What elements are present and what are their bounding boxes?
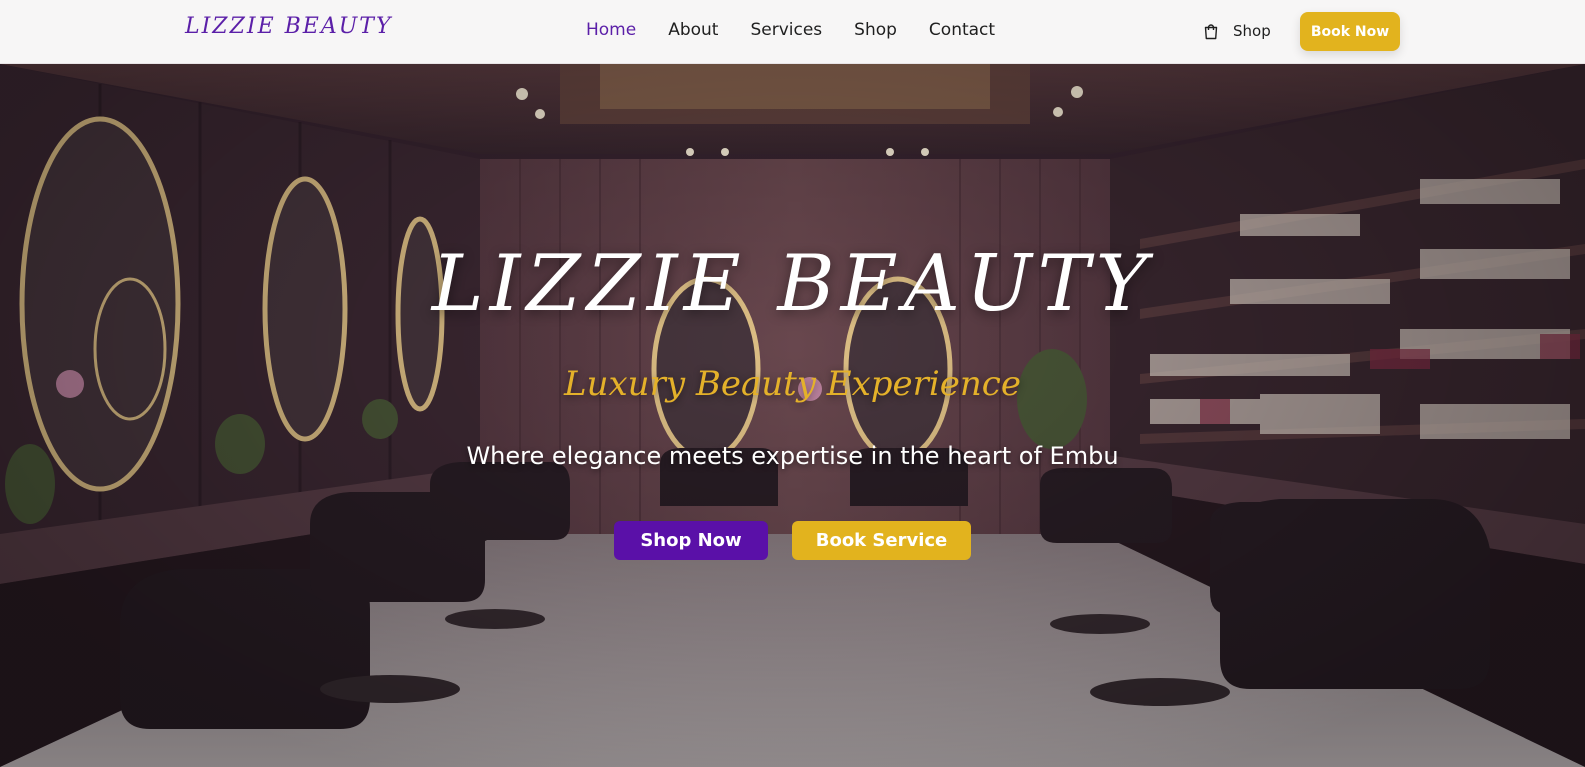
hero-title: LIZZIE BEAUTY [431,239,1154,329]
main-nav: Home About Services Shop Contact [586,20,995,40]
brand-logo[interactable]: LIZZIE BEAUTY [185,14,392,39]
shopping-bag-icon [1203,23,1219,40]
nav-link-about[interactable]: About [668,20,718,40]
cart-shop-label: Shop [1233,22,1271,40]
hero-subtitle: Luxury Beauty Experience [564,364,1021,404]
hero-overlay [0,64,1585,767]
cart-shop-link[interactable]: Shop [1203,22,1271,40]
nav-link-shop[interactable]: Shop [854,20,897,40]
nav-link-home[interactable]: Home [586,20,636,40]
book-service-button[interactable]: Book Service [792,521,971,560]
hero-section: LIZZIE BEAUTY Luxury Beauty Experience W… [0,64,1585,767]
navbar: LIZZIE BEAUTY Home About Services Shop C… [0,0,1585,64]
page: LIZZIE BEAUTY Home About Services Shop C… [0,0,1585,767]
hero-tagline: Where elegance meets expertise in the he… [466,442,1119,470]
shop-now-button[interactable]: Shop Now [614,521,768,560]
nav-link-contact[interactable]: Contact [929,20,995,40]
nav-link-services[interactable]: Services [750,20,822,40]
book-now-button[interactable]: Book Now [1300,12,1400,51]
